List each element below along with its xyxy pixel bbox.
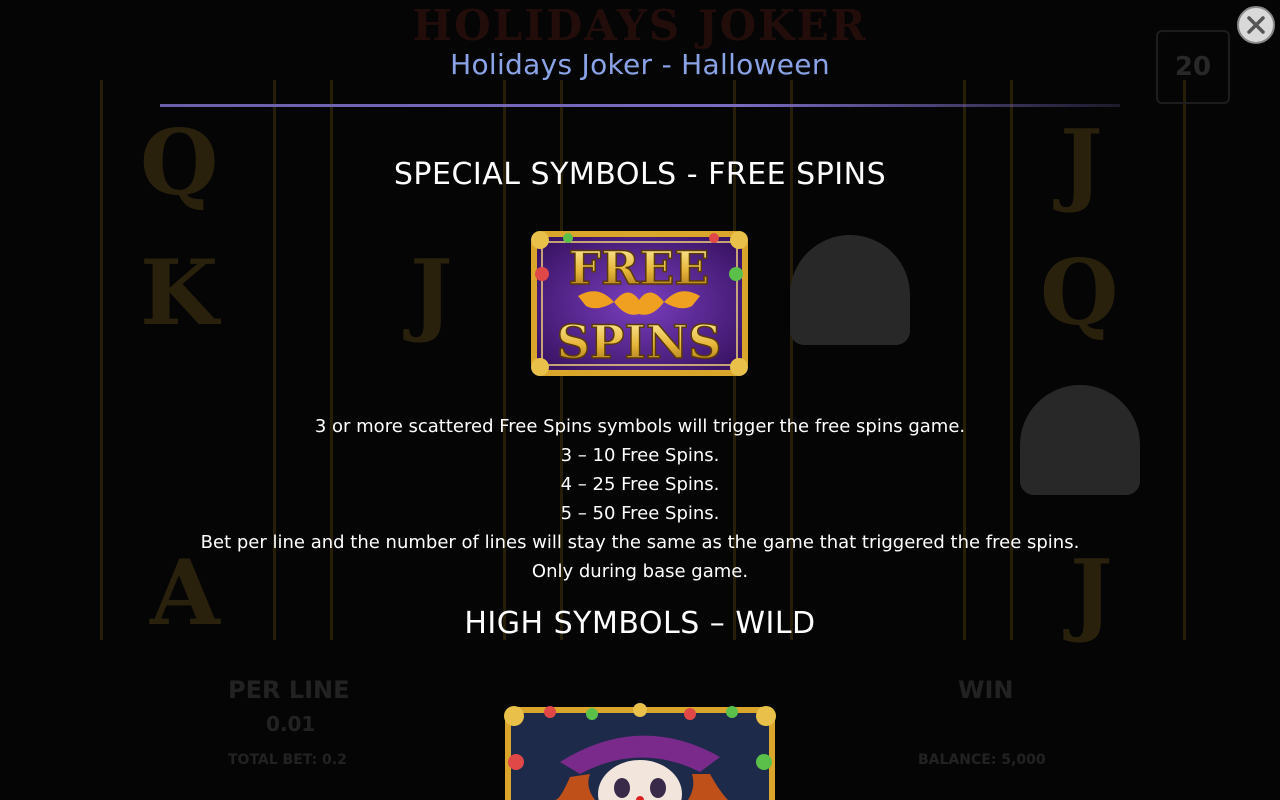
background-game-layer: HOLIDAYS JOKER Q K J J Q A J PER LINE 0.… <box>0 0 1280 800</box>
free-spins-text-top: FREE <box>568 241 709 295</box>
bet-value: 0.01 <box>266 712 316 736</box>
wild-heading: HIGH SYMBOLS – WILD <box>464 606 816 641</box>
dialog-title: Holidays Joker - Halloween <box>450 48 830 81</box>
description-line: 4 – 25 Free Spins. <box>560 474 720 495</box>
close-button[interactable] <box>1237 6 1275 44</box>
game-logo: HOLIDAYS JOKER <box>412 1 868 50</box>
win-label: WIN <box>958 676 1014 704</box>
close-icon <box>1247 16 1265 34</box>
bet-label: PER LINE <box>228 676 350 704</box>
balance: BALANCE: 5,000 <box>918 752 1046 768</box>
free-spins-heading: SPECIAL SYMBOLS - FREE SPINS <box>393 157 887 192</box>
description-line: 3 or more scattered Free Spins symbols w… <box>314 416 966 437</box>
description-line: Bet per line and the number of lines wil… <box>200 532 1080 553</box>
title-divider <box>160 104 1120 107</box>
free-spins-description: 3 or more scattered Free Spins symbols w… <box>0 412 1280 586</box>
joker-wild-symbol <box>504 703 776 800</box>
description-line: 3 – 10 Free Spins. <box>560 445 720 466</box>
description-line: 5 – 50 Free Spins. <box>560 503 720 524</box>
free-spins-text-bottom: SPINS <box>557 315 722 369</box>
description-line: Only during base game. <box>531 561 749 582</box>
total-bet: TOTAL BET: 0.2 <box>228 752 347 768</box>
free-spins-symbol: FREE SPINS <box>531 231 748 376</box>
